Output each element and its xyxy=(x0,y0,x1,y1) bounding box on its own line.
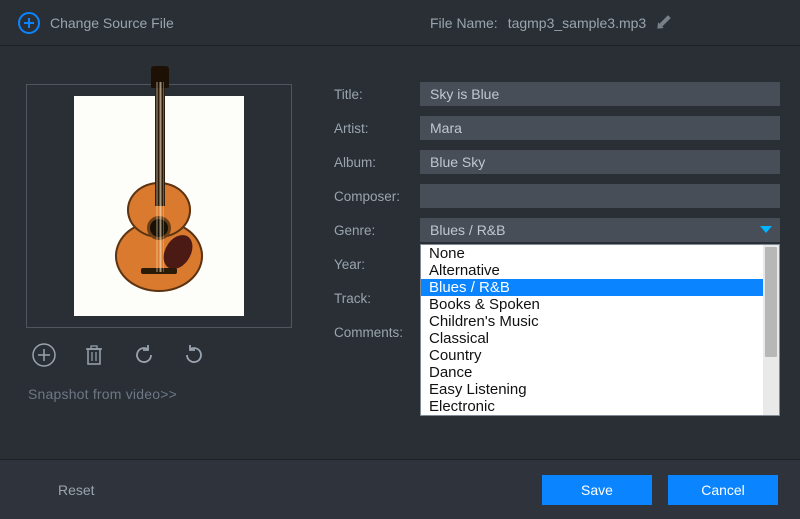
select-genre[interactable]: Blues / R&B xyxy=(420,218,780,242)
label-track: Track: xyxy=(334,291,420,306)
rotate-cw-button[interactable] xyxy=(180,341,208,369)
file-name-label: File Name: xyxy=(430,15,498,31)
add-artwork-button[interactable] xyxy=(30,341,58,369)
save-button[interactable]: Save xyxy=(542,475,652,505)
footer-bar: Reset Save Cancel xyxy=(0,459,800,519)
label-year: Year: xyxy=(334,257,420,272)
artwork-panel: Snapshot from video>> xyxy=(26,84,292,402)
genre-option[interactable]: Alternative xyxy=(421,262,763,279)
metadata-form: Title: Artist: Album: Composer: Genre: B… xyxy=(334,82,780,354)
label-artist: Artist: xyxy=(334,121,420,136)
row-album: Album: xyxy=(334,150,780,174)
file-name-value: tagmp3_sample3.mp3 xyxy=(508,15,647,31)
label-genre: Genre: xyxy=(334,223,420,238)
label-composer: Composer: xyxy=(334,189,420,204)
cancel-button[interactable]: Cancel xyxy=(668,475,778,505)
artwork-image xyxy=(74,96,244,316)
reset-button[interactable]: Reset xyxy=(58,482,95,498)
genre-option[interactable]: Country xyxy=(421,347,763,364)
plus-circle-outline-icon xyxy=(31,342,57,368)
file-name-group: File Name: tagmp3_sample3.mp3 xyxy=(430,0,670,46)
rotate-cw-icon xyxy=(181,342,207,368)
genre-option[interactable]: Classical xyxy=(421,330,763,347)
trash-icon xyxy=(82,343,106,367)
artwork-toolbar xyxy=(26,328,292,372)
genre-dropdown-list[interactable]: NoneAlternativeBlues / R&BBooks & Spoken… xyxy=(421,245,763,415)
rotate-ccw-icon xyxy=(131,342,157,368)
row-genre: Genre: Blues / R&B xyxy=(334,218,780,242)
genre-dropdown[interactable]: NoneAlternativeBlues / R&BBooks & Spoken… xyxy=(420,244,780,416)
delete-artwork-button[interactable] xyxy=(80,341,108,369)
input-album[interactable] xyxy=(420,150,780,174)
row-artist: Artist: xyxy=(334,116,780,140)
main-area: Snapshot from video>> Title: Artist: Alb… xyxy=(0,46,800,459)
genre-option[interactable]: Blues / R&B xyxy=(421,279,763,296)
genre-option[interactable]: Electronic xyxy=(421,398,763,415)
edit-filename-icon[interactable] xyxy=(653,13,673,33)
snapshot-from-video-link[interactable]: Snapshot from video>> xyxy=(26,386,292,402)
genre-option[interactable]: Easy Listening xyxy=(421,381,763,398)
rotate-ccw-button[interactable] xyxy=(130,341,158,369)
label-comments: Comments: xyxy=(334,325,420,340)
change-source-label: Change Source File xyxy=(50,15,174,31)
genre-option[interactable]: None xyxy=(421,245,763,262)
header-bar: Change Source File File Name: tagmp3_sam… xyxy=(0,0,800,46)
plus-circle-icon xyxy=(18,12,40,34)
input-artist[interactable] xyxy=(420,116,780,140)
label-title: Title: xyxy=(334,87,420,102)
genre-option[interactable]: Dance xyxy=(421,364,763,381)
row-composer: Composer: xyxy=(334,184,780,208)
scrollbar-thumb[interactable] xyxy=(765,247,777,357)
genre-option[interactable]: Books & Spoken xyxy=(421,296,763,313)
artwork-box[interactable] xyxy=(26,84,292,328)
input-title[interactable] xyxy=(420,82,780,106)
label-album: Album: xyxy=(334,155,420,170)
change-source-button[interactable]: Change Source File xyxy=(18,12,174,34)
row-title: Title: xyxy=(334,82,780,106)
chevron-down-icon xyxy=(760,226,772,233)
genre-option[interactable]: Children's Music xyxy=(421,313,763,330)
select-genre-value: Blues / R&B xyxy=(430,222,505,238)
genre-dropdown-scrollbar[interactable] xyxy=(763,245,779,415)
input-composer[interactable] xyxy=(420,184,780,208)
